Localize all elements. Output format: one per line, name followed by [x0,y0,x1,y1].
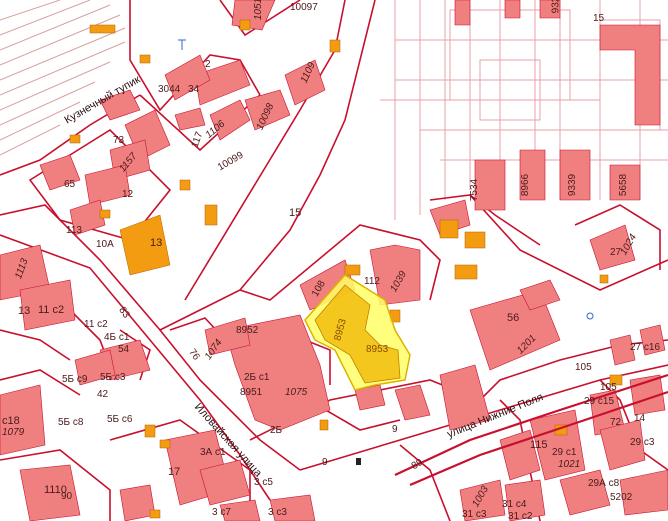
parcel-label: 31 с4 [502,499,527,510]
parcel-label: 105 [600,382,617,393]
parcel-label: 3А с1 [200,447,226,458]
parcel-label: 3 с7 [212,507,231,518]
cadastral-map[interactable]: 10097 15 932 1051 15 1109 10098 10099 11… [0,0,668,521]
parcel-label: 29 с1 [552,447,577,458]
parcel-label: 1021 [558,459,581,470]
parcel-label: 10А [96,239,114,250]
parcel-label: 31 с2 [508,511,533,521]
parcel-label: 56 [507,312,520,324]
parcel-label: 12 [122,189,134,200]
parcel-label: 14 [634,413,646,424]
parcel-label: 2 [205,59,211,70]
parcel-label: 1079 [2,427,25,438]
parcel-label: 10097 [290,2,318,13]
parcel-label: 5Б с8 [58,417,84,428]
map-canvas [0,0,668,521]
parcel-label: 72 [610,417,622,428]
parcel-label: 4Б с1 [104,332,130,343]
parcel-label: 13 [18,305,31,317]
parcel-label: 932 [550,0,562,14]
parcel-label: 29А с8 [588,478,620,489]
parcel-label: 31 с3 [462,509,487,520]
parcel-label: 2Б с1 [244,372,270,383]
parcel-label: 34 [188,84,200,95]
parcel-label: 2Б [270,425,283,436]
parcel-label: 42 [97,389,109,400]
parcel-label: 112 [364,276,380,287]
parcel-label: 1075 [285,387,308,398]
parcel-label: 9 [392,424,398,435]
parcel-label: 11 с2 [84,319,108,330]
parcel-label: 105 [575,362,592,373]
parcel-label: 5658 [618,173,630,197]
parcel-label: 113 [66,225,82,236]
parcel-label: с18 [2,415,20,427]
parcel-label: 5202 [610,492,633,503]
parcel-label: 5Б с9 [62,374,88,385]
parcel-label: 65 [64,179,76,190]
parcel-label: 1051 [253,0,265,21]
parcel-label: 29 с15 [584,396,615,407]
parcel-label: 3 с5 [254,477,273,488]
parcel-label: 8951 [240,387,263,398]
parcel-label: 8952 [236,325,259,336]
parcel-label: 5Б с3 [100,372,126,383]
highlighted-parcel-label: 8953 [366,344,389,355]
parcel-label: 27 с16 [630,342,661,353]
parcel-label: 11 с2 [38,304,65,316]
parcel-label: 73 [113,135,125,146]
parcel-label: 15 [593,13,605,24]
parcel-label: 54 [118,344,130,355]
parcel-label: 15 [289,207,302,219]
parcel-label: 5Б с6 [107,414,133,425]
parcel-label: 9 [322,457,328,468]
parcel-label: 3 с3 [268,507,287,518]
parcel-label: 7534 [469,178,481,202]
parcel-label: 29 с3 [630,437,655,448]
parcel-label: 9339 [567,173,579,197]
parcel-label: 17 [168,466,181,478]
parcel-label: 3044 [158,84,181,95]
parcel-label: 13 [150,237,163,249]
parcel-label: 115 [530,439,548,451]
parcel-label: 90 [61,491,73,502]
parcel-label: 8966 [520,173,532,197]
